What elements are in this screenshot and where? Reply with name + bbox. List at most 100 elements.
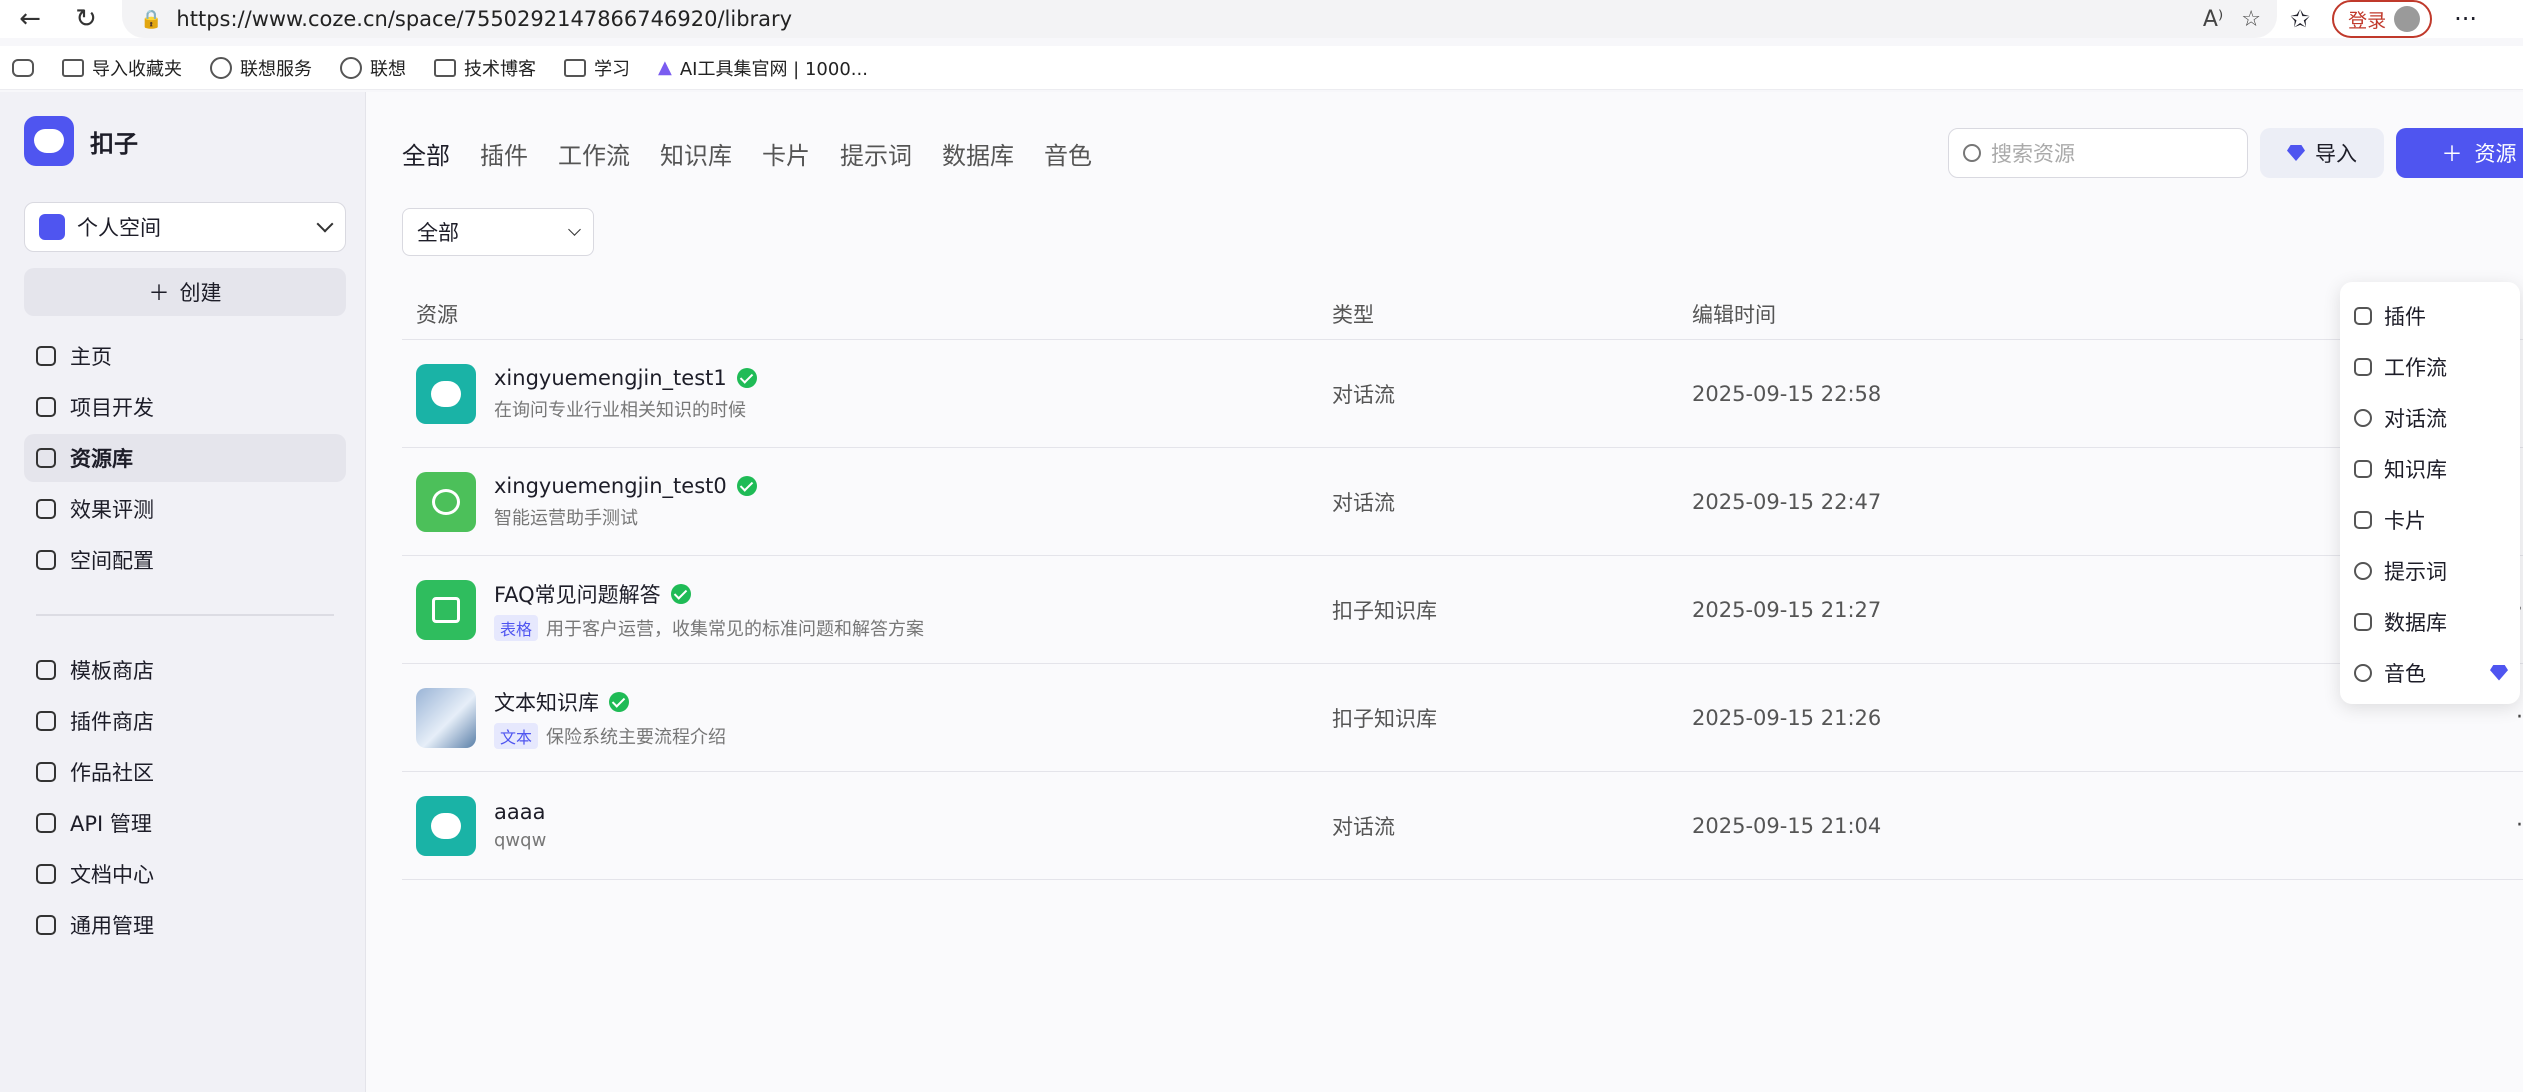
- brand-name: 扣子: [90, 129, 138, 158]
- sidebar-nav: 主页 项目开发 资源库 效果评测 空间配置: [24, 332, 346, 587]
- library-icon: [36, 448, 56, 468]
- table-row[interactable]: xingyuemengjin_test1 在询问专业行业相关知识的时候 对话流 …: [402, 340, 2523, 448]
- tab-database[interactable]: 数据库: [942, 136, 1014, 171]
- template-icon: [36, 660, 56, 680]
- resource-time: 2025-09-15 21:04: [1692, 813, 1882, 838]
- sidebar-item-plugin-store[interactable]: 插件商店: [24, 697, 346, 745]
- workflow-icon: [2354, 357, 2372, 376]
- brand[interactable]: 扣子: [24, 116, 138, 166]
- chat-icon: [2354, 408, 2372, 427]
- tab-prompt[interactable]: 提示词: [840, 136, 912, 171]
- resource-type: 扣子知识库: [1332, 598, 1437, 623]
- book-icon: [416, 687, 476, 748]
- sidebar-item-template-store[interactable]: 模板商店: [24, 646, 346, 694]
- bookmark-label: AI工具集官网 | 1000...: [679, 58, 868, 80]
- ai-tools-icon: ▲: [658, 57, 672, 78]
- tab-plugin[interactable]: 插件: [480, 136, 528, 171]
- sidebar-item-label: 项目开发: [70, 396, 154, 420]
- import-label: 导入: [2315, 142, 2357, 166]
- dropdown-item-knowledge[interactable]: 知识库: [2340, 443, 2520, 494]
- database-icon: [2354, 612, 2372, 631]
- read-aloud-icon[interactable]: A⁾: [2203, 7, 2223, 32]
- sidebar-item-community[interactable]: 作品社区: [24, 748, 346, 796]
- refresh-icon[interactable]: ↻: [68, 1, 104, 37]
- column-header-resource: 资源: [416, 302, 458, 327]
- resource-type: 对话流: [1332, 382, 1395, 407]
- chevron-down-icon: [316, 215, 334, 233]
- url-text: https://www.coze.cn/space/75502921478667…: [176, 7, 793, 31]
- table-row[interactable]: 文本知识库 文本 保险系统主要流程介绍 扣子知识库 2025-09-15 21:2…: [402, 664, 2523, 772]
- bookmark-import[interactable]: 导入收藏夹: [62, 55, 182, 81]
- favorites-icon[interactable]: ✩: [2290, 5, 2310, 33]
- more-actions-icon[interactable]: ···: [2516, 705, 2523, 730]
- sidebar-item-docs[interactable]: 文档中心: [24, 850, 346, 898]
- search-placeholder: 搜索资源: [1991, 142, 2075, 166]
- dropdown-item-prompt[interactable]: 提示词: [2340, 545, 2520, 596]
- login-button[interactable]: 登录: [2332, 0, 2433, 38]
- dropdown-item-voice[interactable]: 音色: [2340, 647, 2520, 698]
- sidebar-item-api[interactable]: API 管理: [24, 799, 346, 847]
- avatar: [2394, 6, 2421, 32]
- type-filter-select[interactable]: 全部: [402, 208, 594, 256]
- add-resource-dropdown: 插件 工作流 对话流 知识库 卡片 提示词 数据库 音色: [2340, 282, 2520, 704]
- dropdown-label: 对话流: [2384, 406, 2447, 431]
- resource-type: 扣子知识库: [1332, 706, 1437, 731]
- create-button[interactable]: ＋ 创建: [24, 268, 346, 316]
- tab-all[interactable]: 全部: [402, 136, 450, 171]
- sidebar-item-label: 模板商店: [70, 659, 154, 683]
- sidebar-item-label: API 管理: [70, 812, 152, 836]
- tab-voice[interactable]: 音色: [1044, 136, 1092, 171]
- table-row[interactable]: FAQ常见问题解答 表格 用于客户运营，收集常见的标准问题和解答方案 扣子知识库 …: [402, 556, 2523, 664]
- sidebar-item-projects[interactable]: 项目开发: [24, 383, 346, 431]
- sidebar-item-general[interactable]: 通用管理: [24, 901, 346, 949]
- plus-icon: ＋: [2441, 142, 2463, 166]
- tab-knowledge[interactable]: 知识库: [660, 136, 732, 171]
- dropdown-item-plugin[interactable]: 插件: [2340, 290, 2520, 341]
- site-info-icon[interactable]: 🔒: [140, 9, 162, 30]
- sidebar-item-label: 插件商店: [70, 710, 154, 734]
- bookmark-study[interactable]: 学习: [564, 55, 630, 81]
- filter-value: 全部: [417, 221, 459, 245]
- sidebar-item-evaluation[interactable]: 效果评测: [24, 485, 346, 533]
- verified-check-icon: [670, 583, 691, 604]
- tab-workflow[interactable]: 工作流: [558, 136, 630, 171]
- sidebar-item-library[interactable]: 资源库: [24, 434, 346, 482]
- bookmark-label: 学习: [594, 58, 630, 80]
- tab-actions-icon[interactable]: [12, 58, 34, 77]
- space-selector[interactable]: 个人空间: [24, 202, 346, 252]
- search-input[interactable]: 搜索资源: [1948, 128, 2248, 178]
- add-resource-button[interactable]: ＋ 资源: [2396, 128, 2523, 178]
- bookmark-lenovo-service[interactable]: 联想服务: [210, 55, 312, 81]
- bookmark-label: 导入收藏夹: [92, 58, 182, 80]
- import-button[interactable]: 导入: [2260, 128, 2384, 178]
- favorite-star-icon[interactable]: ☆: [2241, 7, 2261, 32]
- bookmark-tech-blog[interactable]: 技术博客: [434, 55, 536, 81]
- url-field[interactable]: 🔒 https://www.coze.cn/space/755029214786…: [122, 0, 2277, 38]
- dropdown-label: 音色: [2384, 661, 2426, 686]
- dropdown-item-chatflow[interactable]: 对话流: [2340, 392, 2520, 443]
- create-label: 创建: [179, 281, 222, 305]
- table-row[interactable]: xingyuemengjin_test0 智能运营助手测试 对话流 2025-0…: [402, 448, 2523, 556]
- dropdown-label: 数据库: [2384, 610, 2447, 635]
- dropdown-item-card[interactable]: 卡片: [2340, 494, 2520, 545]
- more-browser-icon[interactable]: ···: [2454, 5, 2477, 33]
- dropdown-item-database[interactable]: 数据库: [2340, 596, 2520, 647]
- sidebar-nav-secondary: 模板商店 插件商店 作品社区 API 管理 文档中心 通用管理: [24, 646, 346, 952]
- tab-card[interactable]: 卡片: [762, 136, 810, 171]
- robot-icon: [36, 397, 56, 417]
- coze-logo-icon: [24, 116, 74, 166]
- sidebar-item-space-config[interactable]: 空间配置: [24, 536, 346, 584]
- chatflow-icon: [416, 363, 476, 424]
- table-row[interactable]: aaaa qwqw 对话流 2025-09-15 21:04 ···: [402, 772, 2523, 880]
- bookmark-lenovo[interactable]: 联想: [340, 55, 406, 81]
- back-icon[interactable]: ←: [12, 1, 48, 37]
- resource-desc: 用于客户运营，收集常见的标准问题和解答方案: [546, 618, 925, 640]
- dropdown-item-workflow[interactable]: 工作流: [2340, 341, 2520, 392]
- sidebar-item-home[interactable]: 主页: [24, 332, 346, 380]
- bookmark-ai-tools[interactable]: ▲ AI工具集官网 | 1000...: [658, 55, 868, 81]
- chatflow-icon: [416, 795, 476, 856]
- resource-tag: 表格: [494, 614, 539, 641]
- verified-check-icon: [736, 367, 757, 388]
- more-actions-icon[interactable]: ···: [2516, 813, 2523, 838]
- resource-desc: qwqw: [494, 830, 547, 851]
